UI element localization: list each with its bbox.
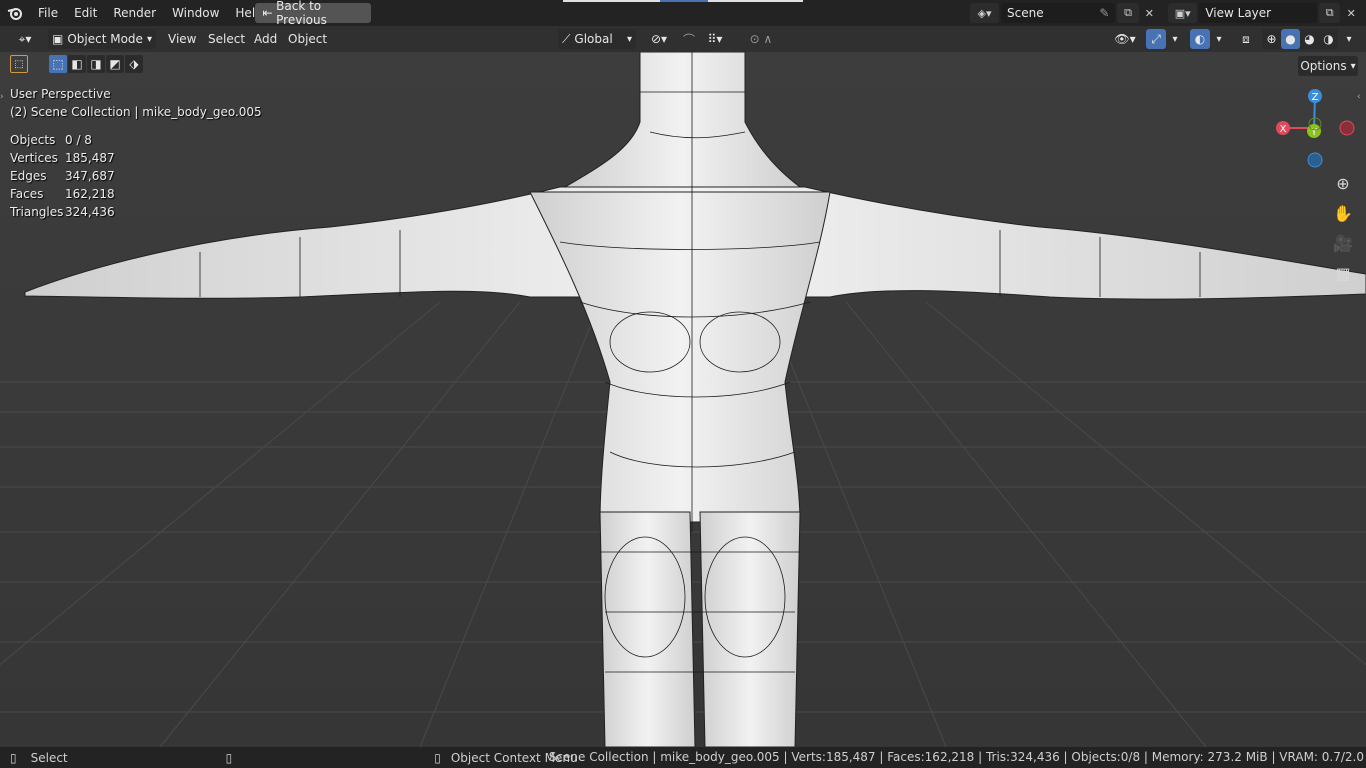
pan-hand-icon[interactable]: ✋ <box>1331 201 1355 225</box>
solid-shading-icon[interactable]: ● <box>1281 29 1300 49</box>
back-to-previous-label: Back to Previous <box>276 0 327 27</box>
wireframe-shading-icon[interactable]: ⊕ <box>1262 32 1281 46</box>
options-button[interactable]: Options ▾ <box>1298 56 1358 76</box>
blender-logo-icon[interactable] <box>0 0 30 26</box>
stat-row: Triangles 324,436 <box>10 205 115 223</box>
pin-icon[interactable]: ✎ <box>1099 6 1109 20</box>
mode-invert-icon[interactable]: ◩ <box>106 55 124 73</box>
axis-z-label: Z <box>1312 92 1319 103</box>
mouse-middle-icon: ▯ <box>225 750 233 765</box>
stat-value: 162,218 <box>65 187 115 201</box>
transform-orientation-selector[interactable]: ⟋ Global ▾ <box>558 29 636 49</box>
viewport-stats: Objects 0 / 8 Vertices 185,487 Edges 347,68… <box>10 133 115 223</box>
view-layer-selector: ▣▾ View Layer ⧉ ✕ <box>1168 3 1362 23</box>
orientation-label: Global <box>574 32 613 46</box>
stat-row: Edges 347,687 <box>10 169 115 187</box>
back-to-previous-button[interactable]: ⇤ Back to Previous <box>255 0 371 27</box>
zoom-icon[interactable]: ⊕ <box>1331 171 1355 195</box>
gizmo-toggle-icon[interactable]: ⤢ <box>1146 29 1166 49</box>
delete-view-layer-icon[interactable]: ✕ <box>1340 3 1362 23</box>
scene-selector: ◈▾ Scene ✎ ⧉ ✕ <box>970 3 1160 23</box>
mode-set-icon[interactable]: ⬚ <box>49 55 67 73</box>
toolbar-expand-icon[interactable]: › <box>0 92 8 104</box>
options-label: Options <box>1300 59 1347 73</box>
viewport-collection-label: (2) Scene Collection | mike_body_geo.005 <box>10 105 262 119</box>
stat-label: Vertices <box>10 151 58 165</box>
stat-value: 347,687 <box>65 169 115 183</box>
orientation-icon: ⟋ <box>562 31 571 46</box>
chevron-down-icon: ▾ <box>146 33 152 45</box>
delete-scene-icon[interactable]: ✕ <box>1139 3 1160 23</box>
stat-label: Edges <box>10 169 47 183</box>
editor-type-icon[interactable]: ⌖▾ <box>10 29 40 49</box>
mouse-right-icon: ▯ <box>434 750 441 765</box>
stat-row: Objects 0 / 8 <box>10 133 115 151</box>
viewport-perspective-label: User Perspective <box>10 87 111 101</box>
new-scene-icon[interactable]: ⧉ <box>1117 3 1139 23</box>
tool-settings-row: ⬚ ⬚ ◧ ◨ ◩ ⬗ <box>10 55 144 77</box>
scene-icon[interactable]: ◈▾ <box>970 3 999 23</box>
stat-label: Objects <box>10 133 56 147</box>
snap-target-icon[interactable]: ⠿▾ <box>700 29 730 49</box>
menu-window[interactable]: Window <box>164 0 227 26</box>
stat-row: Vertices 185,487 <box>10 151 115 169</box>
stat-row: Faces 162,218 <box>10 187 115 205</box>
stat-value: 185,487 <box>65 151 115 165</box>
shading-dropdown-icon[interactable]: ▾ <box>1340 29 1358 49</box>
stat-label: Faces <box>10 187 44 201</box>
menu-render[interactable]: Render <box>105 0 164 26</box>
proportional-editing-icon[interactable]: ⊙ ∧ <box>736 29 786 49</box>
overlays-dropdown-icon[interactable]: ▾ <box>1212 29 1226 49</box>
rendered-shading-icon[interactable]: ◑ <box>1319 32 1338 46</box>
menu-select[interactable]: Select <box>208 26 245 52</box>
mode-label: Object Mode <box>67 32 143 46</box>
view-layer-field[interactable]: View Layer <box>1199 3 1317 23</box>
mode-selector[interactable]: ▣ Object Mode ▾ <box>48 29 156 49</box>
stat-value: 324,436 <box>65 205 115 219</box>
snap-icon[interactable]: ⌒ <box>680 29 698 49</box>
select-box-tool-icon[interactable]: ⬚ <box>10 55 28 73</box>
menu-file[interactable]: File <box>30 0 66 26</box>
scene-name: Scene <box>1007 6 1044 20</box>
overlays-toggle-icon[interactable]: ◐ <box>1190 29 1210 49</box>
top-menubar: File Edit Render Window Help <box>0 0 1366 26</box>
stat-label: Triangles <box>10 205 64 219</box>
axis-neg-z-icon <box>1307 152 1323 168</box>
mode-intersect-icon[interactable]: ⬗ <box>125 55 143 73</box>
status-bar: ▯ Select ▯ ▯ Object Context Menu Scene C… <box>0 747 1366 768</box>
menu-add[interactable]: Add <box>254 26 277 52</box>
viewport-scene <box>0 51 1366 748</box>
navigation-gizmo[interactable]: Z X Y <box>1270 84 1360 168</box>
chevron-down-icon: ▾ <box>1350 60 1356 72</box>
mouse-left-icon: ▯ <box>10 750 17 765</box>
material-shading-icon[interactable]: ◕ <box>1300 32 1319 46</box>
view-layer-name: View Layer <box>1205 6 1272 20</box>
perspective-toggle-icon[interactable]: ▦ <box>1331 261 1355 285</box>
scene-name-field[interactable]: Scene ✎ <box>1001 3 1116 23</box>
stat-value: 0 / 8 <box>65 133 92 147</box>
status-select-label: Select <box>30 750 68 765</box>
new-view-layer-icon[interactable]: ⧉ <box>1318 3 1341 23</box>
workspace-tab-active[interactable] <box>660 0 708 2</box>
back-icon: ⇤ <box>262 6 273 20</box>
menu-object[interactable]: Object <box>288 26 327 52</box>
menu-edit[interactable]: Edit <box>66 0 105 26</box>
mode-extend-icon[interactable]: ◧ <box>68 55 86 73</box>
menu-view[interactable]: View <box>168 26 196 52</box>
view-layer-icon[interactable]: ▣▾ <box>1168 3 1198 23</box>
axis-neg-x-icon <box>1339 120 1355 136</box>
axis-x-label: X <box>1280 124 1287 135</box>
gizmo-dropdown-icon[interactable]: ▾ <box>1168 29 1182 49</box>
shading-mode-group: ⊕ ● ◕ ◑ <box>1262 29 1338 49</box>
chevron-down-icon: ▾ <box>626 33 632 45</box>
camera-view-icon[interactable]: 🎥 <box>1331 231 1355 255</box>
visibility-icon[interactable]: 👁▾ <box>1110 29 1140 49</box>
object-mode-icon: ▣ <box>52 32 64 46</box>
pivot-point-icon[interactable]: ⊘▾ <box>644 29 674 49</box>
mode-subtract-icon[interactable]: ◨ <box>87 55 105 73</box>
status-info: Scene Collection | mike_body_geo.005 | V… <box>548 750 1364 764</box>
xray-toggle-icon[interactable]: ⧈ <box>1236 29 1256 49</box>
3d-viewport[interactable] <box>0 51 1366 748</box>
